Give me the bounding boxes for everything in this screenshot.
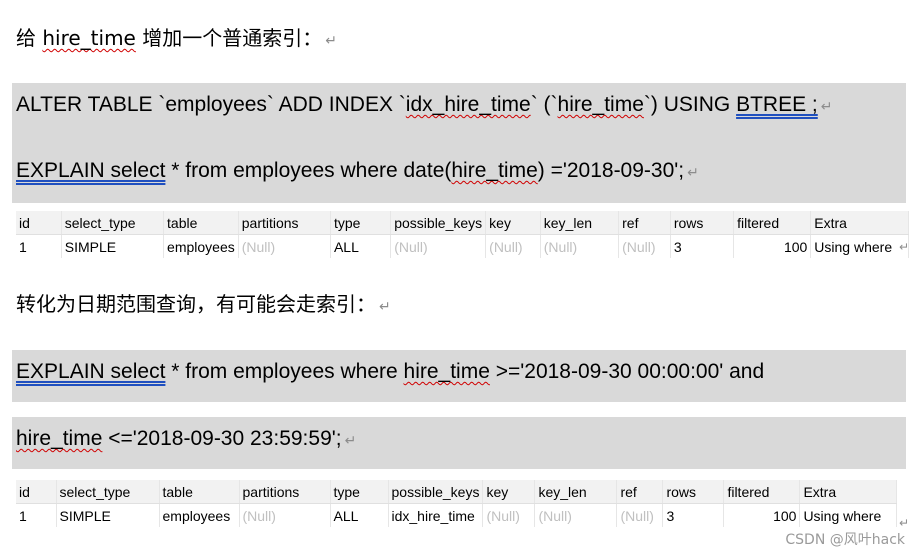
column-header[interactable]: id bbox=[16, 211, 62, 235]
column-header[interactable]: filtered bbox=[733, 211, 812, 235]
column-header[interactable]: filtered bbox=[723, 480, 801, 504]
column-header[interactable]: Extra bbox=[799, 480, 898, 504]
column-header[interactable]: key bbox=[482, 480, 536, 504]
column-header[interactable]: select_type bbox=[56, 480, 160, 504]
table-cell[interactable]: 100 bbox=[733, 234, 812, 258]
table-cell[interactable]: (Null) bbox=[616, 503, 664, 527]
code2-line1: EXPLAIN select * from employees where hi… bbox=[16, 359, 764, 385]
table-cell[interactable]: (Null) bbox=[534, 503, 618, 527]
row-mark-icon: ↵ bbox=[899, 240, 909, 254]
code-text: idx_hire_time bbox=[405, 93, 531, 116]
paragraph-mark-icon: ↵ bbox=[379, 299, 391, 315]
table-cell[interactable]: employees bbox=[163, 234, 239, 258]
column-header[interactable]: rows bbox=[662, 480, 725, 504]
column-header[interactable]: ref bbox=[618, 211, 671, 235]
table-cell[interactable]: (Null) bbox=[482, 503, 536, 527]
code-text: * from employees where bbox=[165, 360, 404, 383]
table-header-row: id select_type table partitions type pos… bbox=[16, 211, 909, 235]
code-text: EXPLAIN select bbox=[16, 159, 166, 182]
table-cell[interactable]: 1 bbox=[16, 234, 62, 258]
table-cell[interactable]: 100 bbox=[723, 503, 801, 527]
table-cell[interactable]: (Null) bbox=[485, 234, 541, 258]
code-text: ALTER TABLE `employees` ADD INDEX ` bbox=[16, 93, 406, 116]
table-cell[interactable]: 3 bbox=[662, 503, 725, 527]
section1-heading: 给 hire_time 增加一个普通索引： ↵ bbox=[16, 26, 337, 53]
column-header[interactable]: partitions bbox=[239, 480, 331, 504]
table-cell[interactable]: (Null) bbox=[238, 234, 331, 258]
heading-code: hire_time bbox=[42, 26, 136, 50]
table-header-row: id select_type table partitions type pos… bbox=[16, 480, 898, 504]
paragraph-mark-icon: ↵ bbox=[820, 98, 833, 114]
code-text: hire_time bbox=[557, 93, 644, 116]
column-header[interactable]: type bbox=[330, 211, 392, 235]
table-cell[interactable]: ALL bbox=[330, 234, 392, 258]
code1-line1: ALTER TABLE `employees` ADD INDEX `idx_h… bbox=[16, 92, 833, 119]
table-cell[interactable]: SIMPLE bbox=[61, 234, 165, 258]
paragraph-mark-icon: ↵ bbox=[325, 33, 337, 49]
column-header[interactable]: possible_keys bbox=[388, 480, 484, 504]
table-cell[interactable]: (Null) bbox=[540, 234, 620, 258]
paragraph-mark-icon: ↵ bbox=[687, 164, 699, 180]
heading-text-pre: 给 bbox=[16, 26, 43, 50]
column-header[interactable]: select_type bbox=[61, 211, 165, 235]
table-cell[interactable]: Using where bbox=[799, 503, 898, 527]
table-cell[interactable]: 3 bbox=[670, 234, 735, 258]
table-cell[interactable]: idx_hire_time bbox=[388, 503, 484, 527]
code-text: ) ='2018-09-30'; bbox=[537, 159, 685, 182]
code-text: hire_time bbox=[451, 159, 538, 182]
code2-line2: hire_time <='2018-09-30 23:59:59'; ↵ bbox=[16, 426, 356, 453]
code-text: `) USING bbox=[643, 93, 737, 116]
code1-line2: EXPLAIN select * from employees where da… bbox=[16, 158, 699, 185]
code-block-1: ALTER TABLE `employees` ADD INDEX `idx_h… bbox=[12, 83, 906, 203]
column-header[interactable]: Extra bbox=[810, 211, 909, 235]
column-header[interactable]: possible_keys bbox=[390, 211, 487, 235]
code-text: * from employees where date( bbox=[165, 159, 452, 182]
code-text: >='2018-09-30 00:00:00' and bbox=[489, 360, 765, 383]
table-cell[interactable]: (Null) bbox=[390, 234, 487, 258]
column-header[interactable]: type bbox=[330, 480, 389, 504]
table-cell[interactable]: employees bbox=[159, 503, 240, 527]
table-cell[interactable]: SIMPLE bbox=[56, 503, 160, 527]
table-cell[interactable]: Using where bbox=[810, 234, 909, 258]
code-text: BTREE ; bbox=[736, 93, 818, 116]
explain-result-table-2: id select_type table partitions type pos… bbox=[16, 480, 898, 527]
code-text: hire_time bbox=[403, 360, 490, 383]
code-text: <='2018-09-30 23:59:59'; bbox=[102, 427, 342, 450]
table-cell[interactable]: (Null) bbox=[239, 503, 331, 527]
column-header[interactable]: partitions bbox=[238, 211, 331, 235]
table-cell[interactable]: (Null) bbox=[618, 234, 671, 258]
heading-text-post: 增加一个普通索引： bbox=[135, 26, 323, 50]
table-cell[interactable]: ALL bbox=[330, 503, 389, 527]
paragraph-mark-icon: ↵ bbox=[344, 432, 357, 448]
table-row[interactable]: 1 SIMPLE employees (Null) ALL (Null) (Nu… bbox=[16, 234, 909, 258]
heading-text: 转化为日期范围查询，有可能会走索引： bbox=[16, 292, 376, 316]
code-block-2-continued: hire_time <='2018-09-30 23:59:59'; ↵ bbox=[12, 417, 906, 469]
column-header[interactable]: rows bbox=[670, 211, 735, 235]
code-text: EXPLAIN select bbox=[16, 360, 166, 383]
code-text: hire_time bbox=[16, 427, 103, 450]
table-cell[interactable]: 1 bbox=[16, 503, 57, 527]
column-header[interactable]: table bbox=[163, 211, 239, 235]
explain-result-table-1: id select_type table partitions type pos… bbox=[16, 211, 909, 258]
column-header[interactable]: key_len bbox=[540, 211, 620, 235]
column-header[interactable]: table bbox=[159, 480, 240, 504]
table-row[interactable]: 1 SIMPLE employees (Null) ALL idx_hire_t… bbox=[16, 503, 898, 527]
watermark: CSDN @风叶hack bbox=[785, 532, 905, 548]
code-text: ` (` bbox=[530, 93, 558, 116]
column-header[interactable]: ref bbox=[616, 480, 664, 504]
column-header[interactable]: key bbox=[485, 211, 541, 235]
code-block-2: EXPLAIN select * from employees where hi… bbox=[12, 350, 906, 402]
column-header[interactable]: key_len bbox=[534, 480, 618, 504]
row-mark-icon: ↵ bbox=[899, 516, 909, 530]
section2-heading: 转化为日期范围查询，有可能会走索引： ↵ bbox=[16, 292, 391, 319]
column-header[interactable]: id bbox=[16, 480, 57, 504]
